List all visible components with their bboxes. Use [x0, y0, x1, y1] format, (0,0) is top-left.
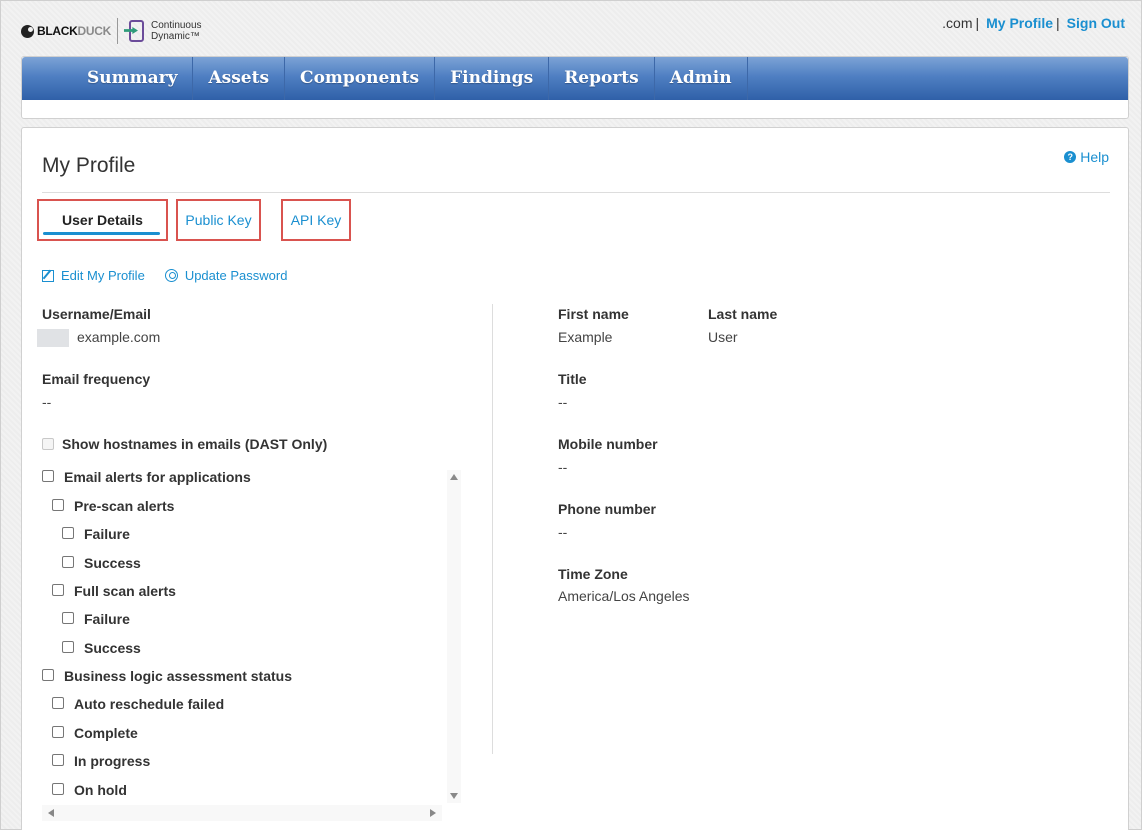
scroll-down-icon[interactable] — [450, 793, 458, 799]
separator: | — [975, 15, 980, 31]
last-name-value: User — [708, 329, 738, 345]
phone-value: -- — [558, 524, 568, 540]
mobile-value: -- — [558, 459, 568, 475]
tab-api-key[interactable]: API Key — [281, 199, 351, 241]
complete-label: Complete — [74, 725, 138, 741]
full-scan-success-label: Success — [84, 640, 141, 656]
pre-scan-failure-label: Failure — [84, 526, 130, 542]
full-scan-label: Full scan alerts — [74, 583, 176, 599]
page-title: My Profile — [42, 154, 136, 177]
timezone-label: Time Zone — [558, 566, 628, 582]
alerts-vertical-scrollbar[interactable] — [447, 470, 461, 803]
phone-label: Phone number — [558, 501, 657, 517]
pre-scan-success-label: Success — [84, 555, 141, 571]
in-progress-checkbox[interactable] — [52, 754, 64, 766]
scroll-right-icon[interactable] — [430, 809, 436, 817]
nav-findings[interactable]: Findings — [435, 57, 550, 100]
bla-status-label: Business logic assessment status — [64, 668, 292, 684]
pre-scan-label: Pre-scan alerts — [74, 498, 175, 514]
title-label: Title — [558, 371, 587, 387]
help-link[interactable]: ? Help — [1064, 149, 1109, 165]
sign-out-link[interactable]: Sign Out — [1067, 15, 1125, 31]
full-scan-success-checkbox[interactable] — [62, 641, 74, 653]
timezone-value: America/Los Angeles — [558, 588, 690, 604]
show-hostnames-label: Show hostnames in emails (DAST Only) — [62, 436, 328, 452]
help-label: Help — [1080, 149, 1109, 165]
main-nav: Summary Assets Components Findings Repor… — [22, 57, 1128, 100]
product-name: Continuous Dynamic™ — [150, 20, 202, 42]
on-hold-label: On hold — [74, 782, 127, 798]
email-frequency-label: Email frequency — [42, 371, 151, 387]
full-scan-failure-checkbox[interactable] — [62, 612, 74, 624]
org-domain: .com — [942, 15, 973, 31]
username-value: example.com — [77, 329, 161, 345]
pre-scan-success-checkbox[interactable] — [62, 556, 74, 568]
last-name-label: Last name — [708, 306, 778, 322]
nav-admin[interactable]: Admin — [655, 57, 748, 100]
logo-divider — [116, 18, 118, 44]
my-profile-link[interactable]: My Profile — [986, 15, 1053, 31]
user-bar: .com | My Profile | Sign Out — [942, 15, 1125, 31]
bla-status-checkbox[interactable] — [42, 669, 54, 681]
alerts-horizontal-scrollbar[interactable] — [42, 805, 442, 821]
title-divider — [42, 192, 1110, 193]
separator: | — [1056, 15, 1060, 31]
on-hold-checkbox[interactable] — [52, 783, 64, 795]
tab-public-key[interactable]: Public Key — [176, 199, 261, 241]
nav-components[interactable]: Components — [285, 57, 436, 100]
nav-card: Summary Assets Components Findings Repor… — [21, 56, 1129, 119]
profile-actions: Edit My Profile Update Password — [42, 268, 307, 283]
scroll-left-icon[interactable] — [48, 809, 54, 817]
user-lock-icon — [164, 269, 178, 282]
update-password-label: Update Password — [184, 268, 288, 283]
auto-reschedule-label: Auto reschedule failed — [74, 696, 225, 712]
pre-scan-checkbox[interactable] — [52, 499, 64, 511]
title-value: -- — [558, 394, 568, 410]
edit-profile-label: Edit My Profile — [61, 268, 145, 283]
update-password-link[interactable]: Update Password — [164, 268, 288, 283]
nav-reports[interactable]: Reports — [549, 57, 655, 100]
auto-reschedule-checkbox[interactable] — [52, 697, 64, 709]
brand-logo[interactable]: BLACKDUCK Continuous Dynamic™ — [21, 16, 202, 46]
blackduck-logo-icon — [21, 24, 34, 38]
blackduck-wordmark: BLACKDUCK — [37, 24, 111, 38]
profile-panel: My Profile ? Help User Details Public Ke… — [21, 127, 1129, 830]
redacted-username — [37, 329, 69, 347]
email-alerts-label: Email alerts for applications — [64, 469, 251, 485]
scroll-up-icon[interactable] — [450, 474, 458, 480]
full-scan-failure-label: Failure — [84, 611, 130, 627]
email-frequency-value: -- — [42, 394, 52, 410]
email-alerts-checkbox[interactable] — [42, 470, 54, 482]
nav-assets[interactable]: Assets — [193, 57, 286, 100]
continuous-dynamic-icon — [123, 18, 146, 44]
complete-checkbox[interactable] — [52, 726, 64, 738]
nav-summary[interactable]: Summary — [72, 57, 194, 100]
edit-icon — [42, 269, 54, 282]
column-divider — [492, 304, 493, 754]
show-hostnames-checkbox — [42, 438, 54, 450]
mobile-label: Mobile number — [558, 436, 658, 452]
tab-user-details[interactable]: User Details — [37, 199, 168, 241]
first-name-value: Example — [558, 329, 613, 345]
edit-profile-link[interactable]: Edit My Profile — [42, 268, 145, 283]
in-progress-label: In progress — [74, 753, 151, 769]
pre-scan-failure-checkbox[interactable] — [62, 527, 74, 539]
first-name-label: First name — [558, 306, 629, 322]
username-label: Username/Email — [42, 306, 151, 322]
full-scan-checkbox[interactable] — [52, 584, 64, 596]
help-icon: ? — [1064, 151, 1077, 163]
